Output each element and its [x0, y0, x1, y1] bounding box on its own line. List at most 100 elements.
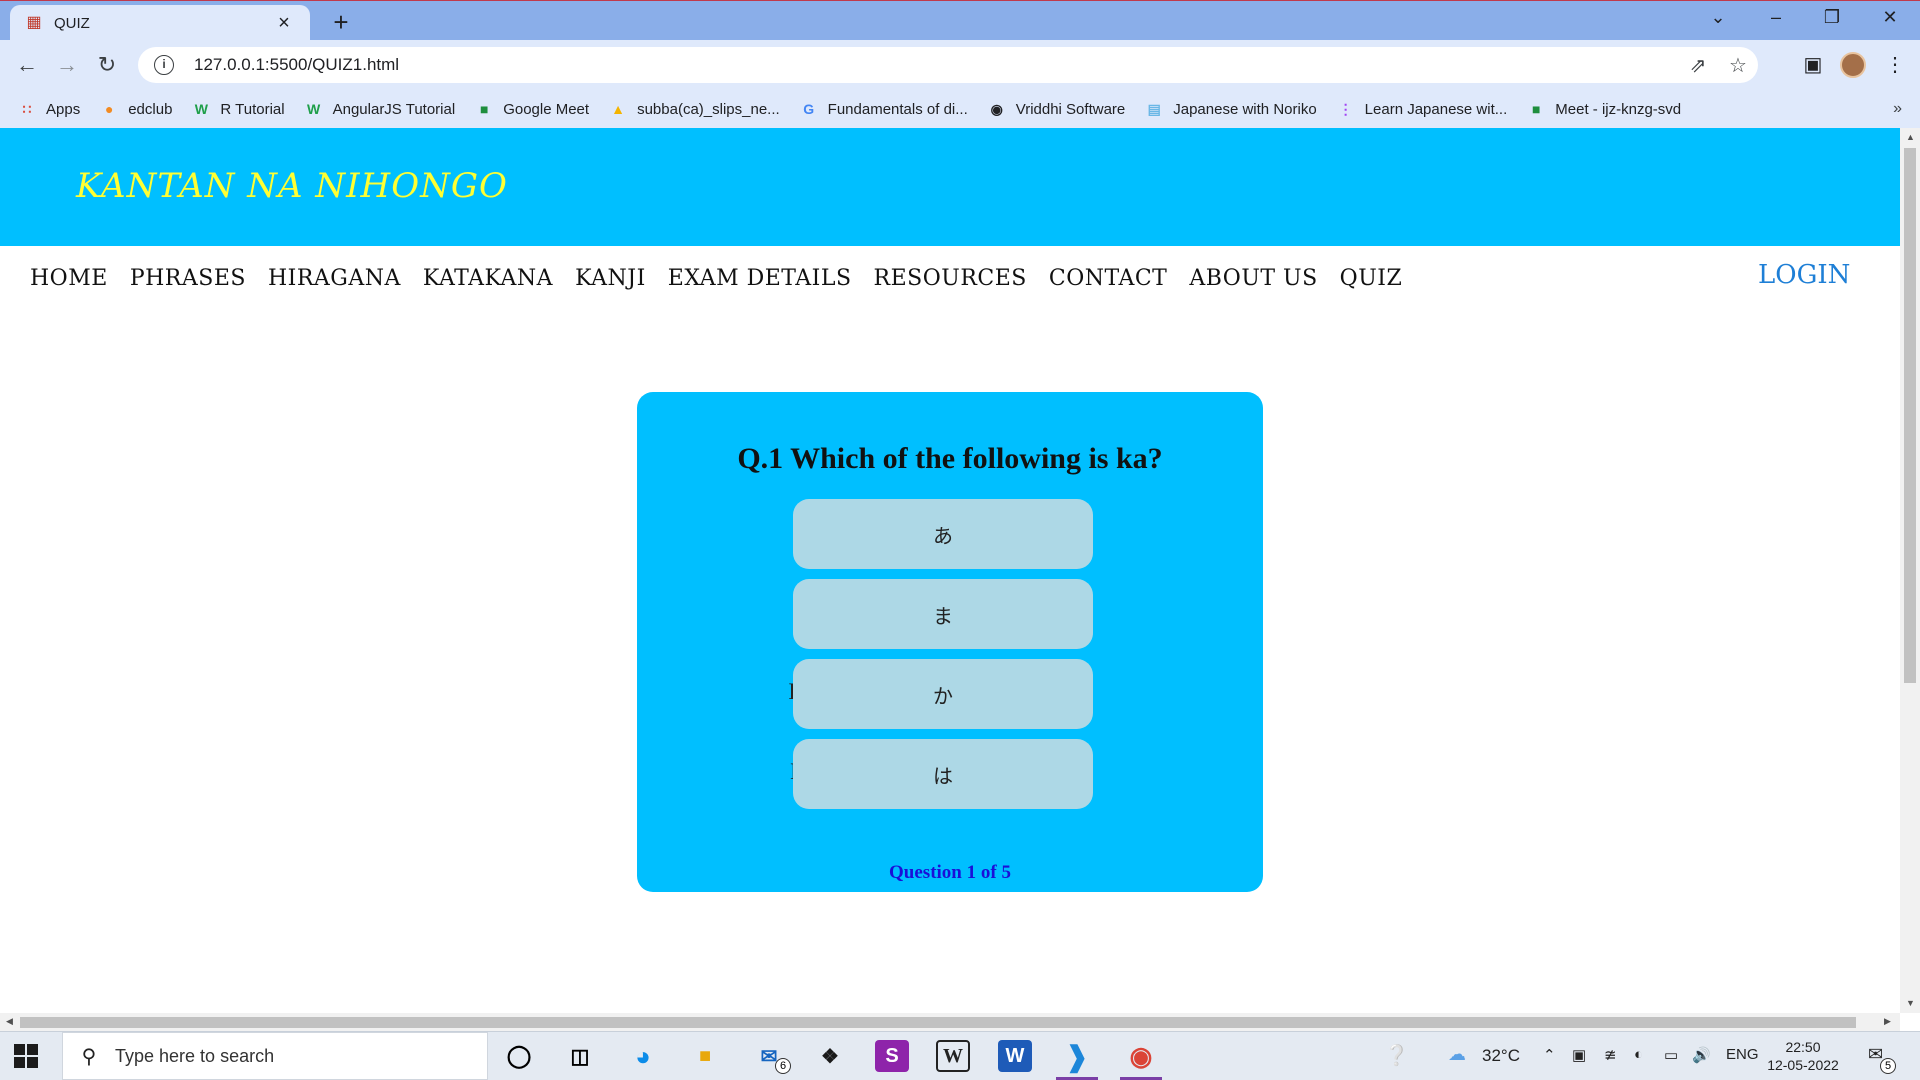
nav-exam-details[interactable]: EXAM DETAILS	[668, 266, 852, 291]
question-progress: Question 1 of 5	[889, 862, 1011, 883]
bookmark-apps[interactable]: ∷ Apps	[18, 100, 81, 118]
menu-kebab-icon[interactable]: ⋮	[1880, 52, 1910, 77]
minimize-button[interactable]: –	[1756, 7, 1796, 28]
tab-search-chevron-icon[interactable]: ⌄	[1698, 7, 1738, 28]
scroll-down-arrow-icon[interactable]: ▼	[1906, 998, 1915, 1008]
option-row: I. あ	[637, 499, 1263, 569]
app-s-icon[interactable]: S	[875, 1040, 909, 1072]
site-icon: ▤	[1147, 101, 1161, 117]
dropbox-icon[interactable]: ❖	[813, 1040, 847, 1072]
forward-arrow-icon[interactable]: →	[52, 52, 82, 78]
bookmark-r-tutorial[interactable]: W R Tutorial	[192, 100, 285, 118]
option-row: II. ま	[637, 579, 1263, 649]
option-button-3[interactable]: か	[793, 659, 1093, 729]
bookmark-label: Learn Japanese wit...	[1364, 100, 1508, 118]
google-icon: G	[803, 101, 815, 117]
nav-kanji[interactable]: KANJI	[575, 266, 646, 291]
bookmark-label: Vriddhi Software	[1015, 100, 1126, 118]
bookmark-subba-slips[interactable]: ▲ subba(ca)_slips_ne...	[609, 100, 780, 118]
bookmark-label: subba(ca)_slips_ne...	[637, 100, 780, 118]
horizontal-scrollbar[interactable]: ◀ ▶	[0, 1013, 1900, 1031]
bookmark-google-meet[interactable]: ■ Google Meet	[475, 100, 589, 118]
taskbar-search-box[interactable]: ⚲ Type here to search	[62, 1032, 488, 1080]
meet-now-icon[interactable]: ▣	[1572, 1046, 1586, 1064]
nav-phrases[interactable]: PHRASES	[130, 266, 246, 291]
login-link[interactable]: LOGIN	[1758, 260, 1850, 290]
wikipedia-icon[interactable]: W	[936, 1040, 970, 1072]
edge-browser-icon[interactable]: ◕	[626, 1040, 660, 1072]
weather-temperature[interactable]: 32°C	[1482, 1046, 1520, 1066]
task-view-icon[interactable]: ◫	[563, 1040, 597, 1072]
google-meet-icon: ■	[479, 101, 489, 117]
bookmark-label: Fundamentals of di...	[827, 100, 968, 118]
new-tab-button[interactable]: +	[326, 7, 356, 38]
wifi-icon[interactable]: ≇	[1604, 1046, 1617, 1064]
vertical-scroll-thumb[interactable]	[1904, 148, 1916, 683]
system-clock[interactable]: 22:50 12-05-2022	[1760, 1038, 1846, 1074]
bookmark-learn-japanese[interactable]: ⋮ Learn Japanese wit...	[1337, 100, 1508, 118]
more-bookmarks-icon[interactable]: »	[1893, 100, 1902, 118]
volume-icon[interactable]: 🔊	[1692, 1046, 1711, 1064]
chrome-icon[interactable]: ◉	[1124, 1040, 1158, 1072]
nav-katakana[interactable]: KATAKANA	[423, 266, 553, 291]
battery-icon[interactable]: ▭	[1664, 1046, 1678, 1064]
option-button-4[interactable]: は	[793, 739, 1093, 809]
site-favicon-icon: ▦	[26, 14, 42, 31]
web-page: KANTAN NA NIHONGO HOME PHRASES HIRAGANA …	[0, 128, 1900, 1013]
nav-contact[interactable]: CONTACT	[1049, 266, 1167, 291]
file-explorer-icon[interactable]: ■	[688, 1040, 722, 1072]
back-arrow-icon[interactable]: ←	[12, 52, 42, 78]
share-icon[interactable]: ⇗	[1678, 53, 1718, 78]
network-icon[interactable]: ◐	[1634, 1046, 1643, 1063]
weather-cloud-icon[interactable]: ☁	[1448, 1044, 1466, 1065]
close-tab-icon[interactable]: ×	[272, 12, 296, 35]
bookmark-meet-ijz[interactable]: ■ Meet - ijz-knzg-svd	[1527, 100, 1681, 118]
edclub-icon: ●	[104, 101, 114, 117]
windows-start-icon[interactable]	[14, 1044, 38, 1068]
option-button-2[interactable]: ま	[793, 579, 1093, 649]
vscode-icon[interactable]: ❱	[1060, 1040, 1094, 1072]
nav-home[interactable]: HOME	[30, 266, 108, 291]
w3schools-icon: W	[307, 101, 321, 117]
nav-quiz[interactable]: QUIZ	[1340, 266, 1403, 291]
cortana-icon[interactable]: ◯	[502, 1040, 536, 1072]
podcast-icon: ⋮	[1338, 101, 1353, 117]
show-hidden-icons-chevron-icon[interactable]: ⌃	[1543, 1046, 1556, 1064]
nav-hiragana[interactable]: HIRAGANA	[268, 266, 401, 291]
quiz-card: Q.1 Which of the following is ka? I. あ I…	[637, 392, 1263, 892]
scroll-right-arrow-icon[interactable]: ▶	[1884, 1016, 1891, 1027]
bookmark-edclub[interactable]: ● edclub	[100, 100, 172, 118]
word-icon[interactable]: W	[998, 1040, 1032, 1072]
nav-about-us[interactable]: ABOUT US	[1189, 266, 1317, 291]
bookmark-star-icon[interactable]: ☆	[1718, 53, 1758, 78]
help-icon[interactable]: ❔	[1384, 1043, 1409, 1068]
browser-tab-quiz[interactable]: ▦ QUIZ ×	[10, 5, 310, 41]
reload-icon[interactable]: ↻	[92, 52, 122, 78]
horizontal-scroll-thumb[interactable]	[20, 1017, 1856, 1028]
bookmark-angularjs-tutorial[interactable]: W AngularJS Tutorial	[305, 100, 455, 118]
input-language[interactable]: ENG	[1726, 1046, 1759, 1063]
profile-avatar[interactable]	[1840, 52, 1866, 78]
vertical-scrollbar[interactable]: ▲ ▼	[1900, 128, 1920, 1013]
option-button-1[interactable]: あ	[793, 499, 1093, 569]
bookmark-vriddhi-software[interactable]: ◉ Vriddhi Software	[988, 100, 1126, 118]
scroll-up-arrow-icon[interactable]: ▲	[1906, 132, 1915, 142]
scroll-left-arrow-icon[interactable]: ◀	[6, 1016, 13, 1027]
search-placeholder: Type here to search	[115, 1045, 275, 1066]
restore-button[interactable]: ❐	[1812, 7, 1852, 28]
notification-badge: 5	[1880, 1058, 1896, 1074]
address-bar[interactable]: i 127.0.0.1:5500/QUIZ1.html ⇗ ☆	[138, 47, 1758, 83]
browser-toolbar: ← → ↻ i 127.0.0.1:5500/QUIZ1.html ⇗ ☆ ▣ …	[0, 40, 1920, 90]
site-info-icon[interactable]: i	[154, 55, 174, 75]
site-header: KANTAN NA NIHONGO	[0, 128, 1900, 246]
bookmark-japanese-with-noriko[interactable]: ▤ Japanese with Noriko	[1145, 100, 1317, 118]
mail-badge: 6	[775, 1058, 791, 1074]
nav-resources[interactable]: RESOURCES	[874, 266, 1027, 291]
side-panel-icon[interactable]: ▣	[1798, 52, 1828, 77]
site-brand[interactable]: KANTAN NA NIHONGO	[76, 166, 508, 206]
bookmark-fundamentals[interactable]: G Fundamentals of di...	[800, 100, 968, 118]
url-text[interactable]: 127.0.0.1:5500/QUIZ1.html	[194, 55, 1678, 75]
bookmark-label: R Tutorial	[220, 100, 285, 118]
google-drive-icon: ▲	[611, 101, 625, 117]
close-window-button[interactable]: ✕	[1870, 7, 1910, 28]
